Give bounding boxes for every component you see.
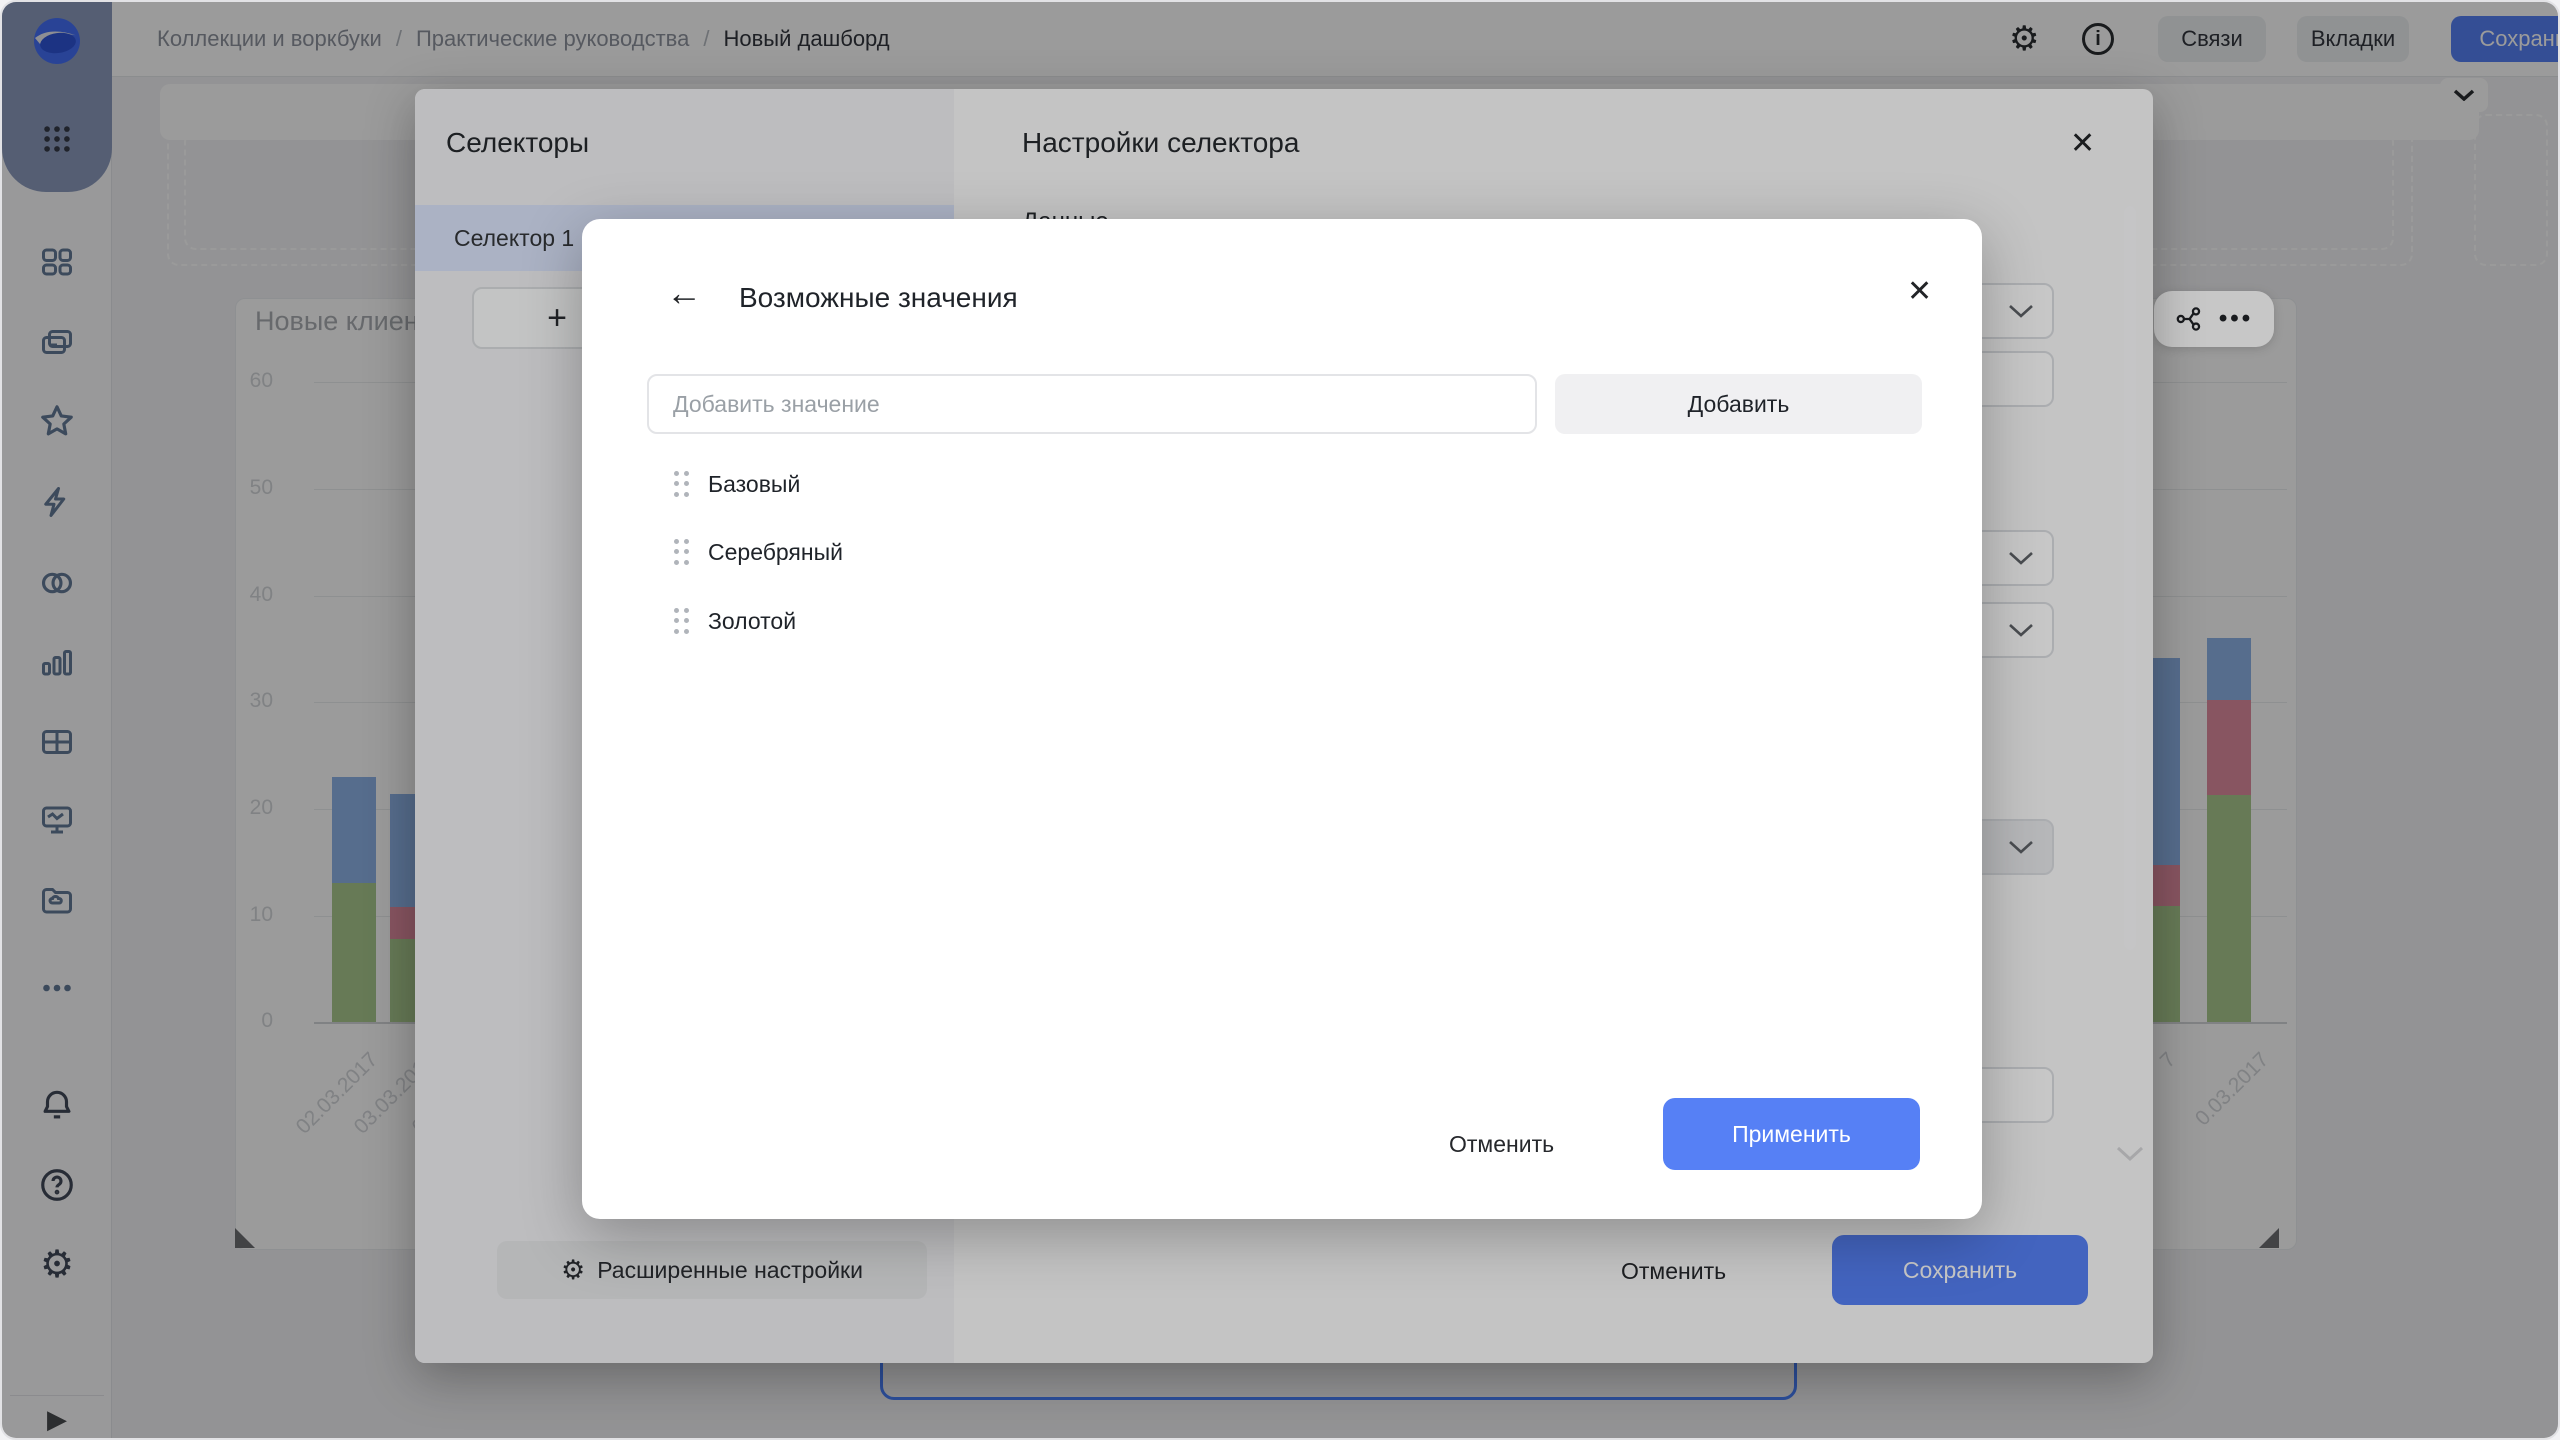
possible-values-dialog: ← Возможные значения ✕ Добавить Базовый … xyxy=(582,219,1982,1219)
close-icon[interactable]: ✕ xyxy=(1907,277,1932,307)
value-label: Базовый xyxy=(708,471,800,498)
values-dialog-title: Возможные значения xyxy=(739,282,1018,314)
add-value-button[interactable]: Добавить xyxy=(1555,374,1922,434)
app-window: Коллекции и воркбуки / Практические руко… xyxy=(0,0,2560,1440)
add-value-input[interactable] xyxy=(647,374,1537,434)
apply-values-label: Применить xyxy=(1732,1121,1851,1148)
cancel-values-button[interactable]: Отменить xyxy=(1449,1131,1554,1158)
value-list-item: Золотой xyxy=(647,591,1917,651)
value-list-item: Серебряный xyxy=(647,522,1917,582)
drag-handle-icon[interactable] xyxy=(674,539,690,565)
drag-handle-icon[interactable] xyxy=(674,471,690,497)
value-label: Золотой xyxy=(708,608,796,635)
value-list-item: Базовый xyxy=(647,454,1917,514)
value-label: Серебряный xyxy=(708,539,843,566)
add-value-label: Добавить xyxy=(1688,391,1790,418)
back-arrow-icon[interactable]: ← xyxy=(666,275,702,311)
apply-values-button[interactable]: Применить xyxy=(1663,1098,1920,1170)
drag-handle-icon[interactable] xyxy=(674,608,690,634)
